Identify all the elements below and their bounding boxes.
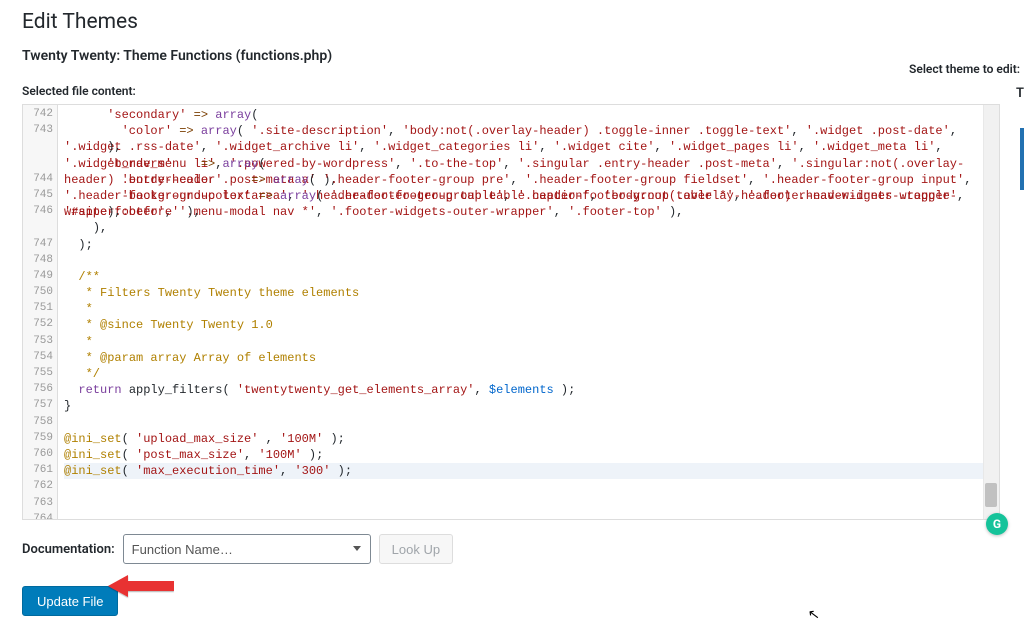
grammarly-icon[interactable]: G — [986, 513, 1008, 535]
file-heading: Twenty Twenty: Theme Functions (function… — [22, 48, 1004, 64]
side-indicator — [1020, 128, 1024, 190]
editor-scrollbar[interactable] — [983, 105, 999, 519]
scrollbar-thumb[interactable] — [985, 483, 997, 507]
documentation-label: Documentation: — [22, 542, 115, 557]
documentation-select[interactable]: Function Name… — [123, 534, 371, 564]
line-gutter: 7427437447457467477487497507517527537547… — [23, 105, 58, 519]
lookup-button[interactable]: Look Up — [379, 534, 453, 564]
code-editor[interactable]: 7427437447457467477487497507517527537547… — [22, 104, 1000, 520]
cursor-icon: ↖ — [807, 606, 821, 623]
theme-select-label: Select theme to edit: — [909, 62, 1020, 76]
selected-file-label: Selected file content: — [22, 84, 1004, 98]
update-file-button[interactable]: Update File — [22, 586, 118, 616]
theme-files-letter: T — [1016, 86, 1024, 101]
code-area[interactable]: 'secondary' => array( 'color' => array( … — [58, 105, 999, 519]
page-title: Edit Themes — [22, 10, 1004, 34]
